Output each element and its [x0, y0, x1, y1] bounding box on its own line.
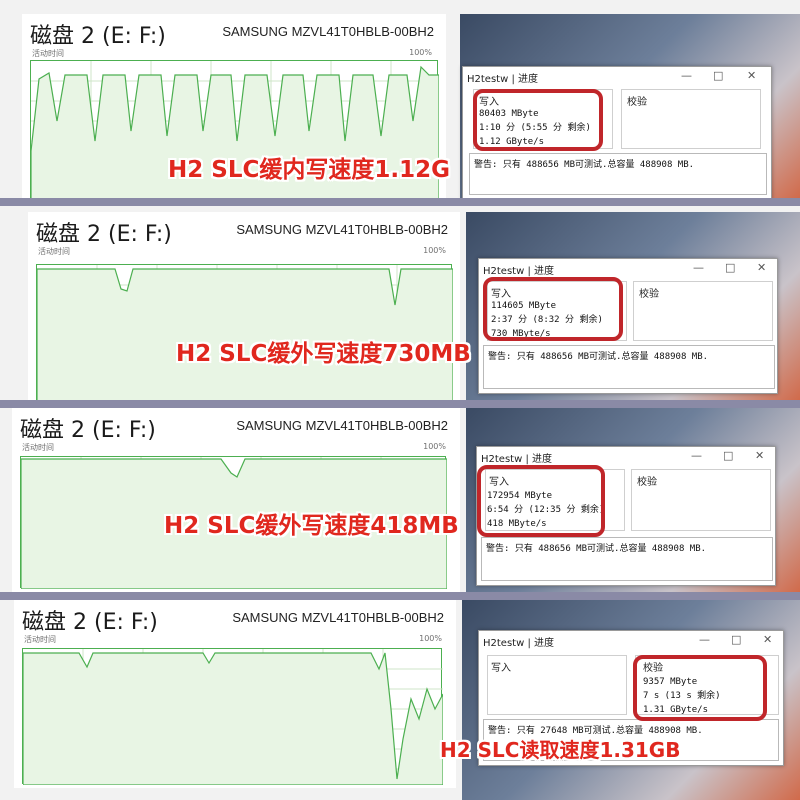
activity-graph — [36, 264, 453, 400]
panel-1: 磁盘 2 (E: F:) SAMSUNG MZVL41T0HBLB-00BH2 … — [0, 0, 800, 198]
close-button[interactable]: ✕ — [763, 633, 772, 646]
task-manager-disk-pane: 磁盘 2 (E: F:) SAMSUNG MZVL41T0HBLB-00BH2 … — [28, 212, 460, 400]
disk-title: 磁盘 2 (E: F:) — [22, 610, 158, 635]
panel-4: 磁盘 2 (E: F:) SAMSUNG MZVL41T0HBLB-00BH2 … — [0, 600, 800, 800]
minimize-button[interactable]: — — [699, 633, 710, 646]
disk-title: 磁盘 2 (E: F:) — [36, 222, 172, 247]
disk-model: SAMSUNG MZVL41T0HBLB-00BH2 — [222, 24, 434, 39]
panel-divider — [0, 592, 800, 600]
panel-divider — [0, 400, 800, 408]
warning-log[interactable]: 警告: 只有 488656 MB可测试.总容量 488908 MB. — [481, 537, 773, 581]
h2testw-window: H2testw | 进度 — □ ✕ 写入 80403 MByte 1:10 分… — [462, 66, 772, 198]
write-highlight-box — [483, 277, 623, 341]
minimize-button[interactable]: — — [693, 261, 704, 274]
write-highlight-box — [473, 89, 603, 151]
activity-graph-svg — [23, 649, 443, 785]
h2testw-window: H2testw | 进度 — □ ✕ 写入 114605 MByte 2:37 … — [478, 258, 778, 394]
close-button[interactable]: ✕ — [747, 69, 756, 82]
window-title: H2testw | 进度 — [483, 266, 554, 277]
warning-text: 警告: 只有 488656 MB可测试.总容量 488908 MB. — [474, 160, 695, 170]
disk-title: 磁盘 2 (E: F:) — [30, 24, 166, 49]
disk-title: 磁盘 2 (E: F:) — [20, 418, 156, 443]
window-title: H2testw | 进度 — [483, 638, 554, 649]
activity-time-label: 活动时间 — [24, 635, 56, 644]
warning-log[interactable]: 警告: 只有 488656 MB可测试.总容量 488908 MB. — [483, 345, 775, 389]
maximize-button[interactable]: □ — [723, 449, 733, 462]
window-title: H2testw | 进度 — [481, 454, 552, 465]
disk-model: SAMSUNG MZVL41T0HBLB-00BH2 — [236, 418, 448, 433]
verify-label: 校验 — [637, 477, 657, 488]
maximize-button[interactable]: □ — [725, 261, 735, 274]
activity-line — [23, 652, 443, 785]
verify-label: 校验 — [639, 289, 659, 300]
disk-model: SAMSUNG MZVL41T0HBLB-00BH2 — [232, 610, 444, 625]
panel-2: 磁盘 2 (E: F:) SAMSUNG MZVL41T0HBLB-00BH2 … — [0, 206, 800, 400]
warning-text: 警告: 只有 488656 MB可测试.总容量 488908 MB. — [486, 544, 707, 554]
percent-label: 100% — [419, 634, 442, 643]
task-manager-disk-pane: 磁盘 2 (E: F:) SAMSUNG MZVL41T0HBLB-00BH2 … — [14, 600, 456, 788]
activity-graph — [22, 648, 443, 785]
speed-caption: H2 SLC缓外写速度730MB — [176, 341, 471, 367]
activity-time-label: 活动时间 — [22, 443, 54, 452]
verify-highlight-box — [633, 655, 767, 721]
activity-graph-svg — [37, 265, 453, 400]
speed-caption: H2 SLC缓内写速度1.12G — [168, 157, 450, 183]
speed-caption: H2 SLC读取速度1.31GB — [440, 738, 681, 762]
maximize-button[interactable]: □ — [731, 633, 741, 646]
h2testw-window: H2testw | 进度 — □ ✕ 写入 172954 MByte 6:54 … — [476, 446, 776, 586]
close-button[interactable]: ✕ — [757, 261, 766, 274]
maximize-button[interactable]: □ — [713, 69, 723, 82]
warning-text: 警告: 只有 488656 MB可测试.总容量 488908 MB. — [488, 352, 709, 362]
verify-label: 校验 — [627, 97, 647, 108]
panel-3: 磁盘 2 (E: F:) SAMSUNG MZVL41T0HBLB-00BH2 … — [0, 408, 800, 592]
activity-time-label: 活动时间 — [32, 49, 64, 58]
task-manager-disk-pane: 磁盘 2 (E: F:) SAMSUNG MZVL41T0HBLB-00BH2 … — [12, 408, 460, 592]
speed-caption: H2 SLC缓外写速度418MB — [164, 513, 459, 539]
write-highlight-box — [477, 465, 605, 537]
panel-divider — [0, 198, 800, 206]
warning-log[interactable]: 警告: 只有 488656 MB可测试.总容量 488908 MB. — [469, 153, 767, 195]
percent-label: 100% — [409, 48, 432, 57]
write-label: 写入 — [491, 663, 511, 674]
percent-label: 100% — [423, 246, 446, 255]
activity-time-label: 活动时间 — [38, 247, 70, 256]
percent-label: 100% — [423, 442, 446, 451]
window-title: H2testw | 进度 — [467, 74, 538, 85]
minimize-button[interactable]: — — [681, 69, 692, 82]
close-button[interactable]: ✕ — [755, 449, 764, 462]
disk-model: SAMSUNG MZVL41T0HBLB-00BH2 — [236, 222, 448, 237]
minimize-button[interactable]: — — [691, 449, 702, 462]
